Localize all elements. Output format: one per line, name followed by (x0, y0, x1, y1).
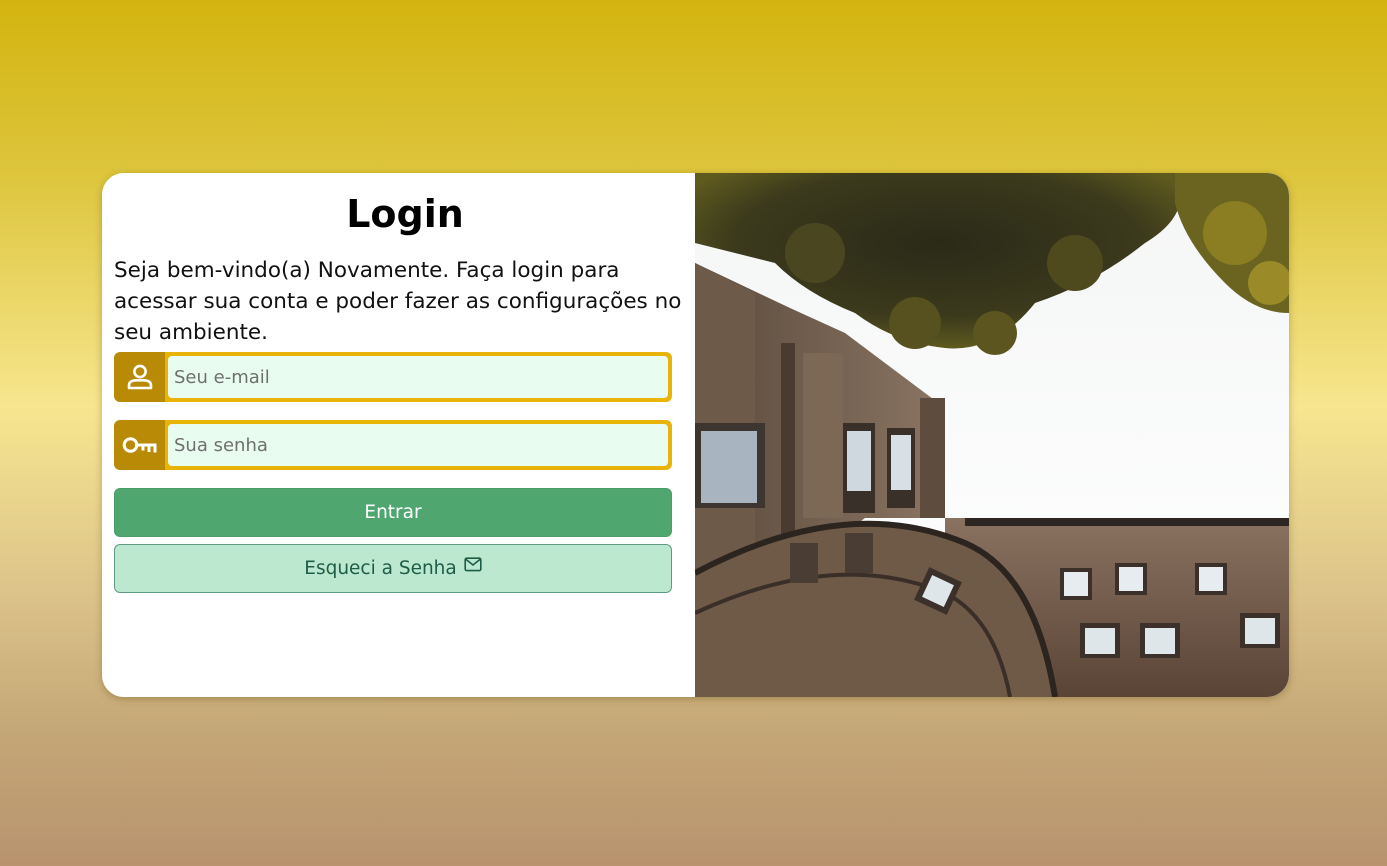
login-panel: Login Seja bem-vindo(a) Novamente. Faça … (102, 173, 695, 697)
forgot-password-label: Esqueci a Senha (304, 558, 457, 579)
email-field-group (114, 352, 672, 402)
login-button-label: Entrar (364, 502, 422, 523)
hero-image (695, 173, 1289, 697)
envelope-icon (464, 557, 482, 572)
login-card: Login Seja bem-vindo(a) Novamente. Faça … (102, 173, 1289, 697)
welcome-text: Seja bem-vindo(a) Novamente. Faça login … (114, 258, 682, 345)
key-icon (114, 420, 165, 470)
password-input[interactable] (168, 424, 668, 466)
email-input[interactable] (168, 356, 668, 398)
building-photo (695, 173, 1289, 697)
password-field-group (114, 420, 672, 470)
login-button[interactable]: Entrar (114, 488, 672, 537)
forgot-password-button[interactable]: Esqueci a Senha (114, 544, 672, 593)
user-icon (114, 352, 165, 402)
page-title: Login (346, 192, 464, 236)
